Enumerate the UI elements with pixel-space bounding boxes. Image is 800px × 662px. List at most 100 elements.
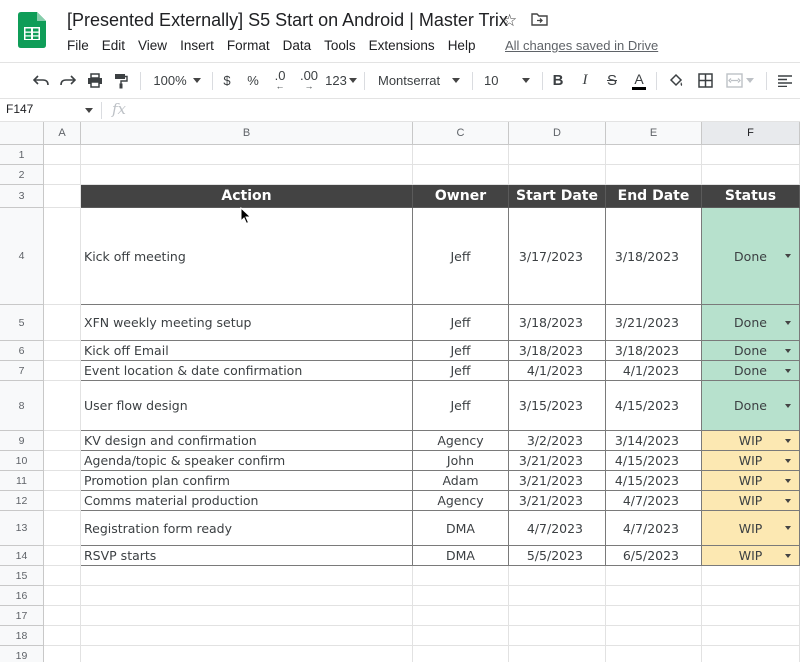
cell-a[interactable]: [44, 646, 81, 662]
row-header[interactable]: 9: [0, 431, 44, 451]
menu-extensions[interactable]: Extensions: [369, 38, 435, 53]
row-header[interactable]: 15: [0, 566, 44, 586]
cell-end-date[interactable]: 4/7/2023: [606, 511, 702, 546]
dropdown-arrow-icon[interactable]: [785, 438, 791, 443]
row-header[interactable]: 6: [0, 341, 44, 361]
dropdown-arrow-icon[interactable]: [785, 254, 791, 258]
empty-cell[interactable]: [702, 566, 800, 586]
row-header[interactable]: 5: [0, 305, 44, 341]
percent-format-button[interactable]: %: [244, 63, 262, 98]
paint-format-icon[interactable]: [110, 63, 132, 98]
cell-a[interactable]: [44, 145, 81, 165]
cell-end-date[interactable]: 4/7/2023: [606, 491, 702, 511]
chevron-down-icon[interactable]: [85, 108, 93, 113]
cell-a[interactable]: [44, 381, 81, 431]
strikethrough-button[interactable]: S: [603, 63, 621, 98]
status-dropdown[interactable]: WIP: [702, 511, 800, 546]
row-header[interactable]: 13: [0, 511, 44, 546]
font-size-select[interactable]: 10: [478, 63, 536, 98]
column-header-c[interactable]: C: [413, 122, 509, 145]
empty-cell[interactable]: [81, 566, 413, 586]
table-header-end-date[interactable]: End Date: [606, 185, 702, 208]
empty-cell[interactable]: [509, 626, 606, 646]
status-dropdown[interactable]: WIP: [702, 491, 800, 511]
empty-cell[interactable]: [81, 606, 413, 626]
empty-cell[interactable]: [413, 165, 509, 185]
cell-a[interactable]: [44, 185, 81, 208]
cell-action[interactable]: KV design and confirmation: [81, 431, 413, 451]
cell-end-date[interactable]: 4/15/2023: [606, 471, 702, 491]
table-header-start-date[interactable]: Start Date: [509, 185, 606, 208]
cell-owner[interactable]: Agency: [413, 491, 509, 511]
cell-start-date[interactable]: 3/18/2023: [509, 305, 606, 341]
empty-cell[interactable]: [702, 606, 800, 626]
empty-cell[interactable]: [606, 646, 702, 662]
cell-a[interactable]: [44, 586, 81, 606]
cell-start-date[interactable]: 3/17/2023: [509, 208, 606, 305]
status-dropdown[interactable]: Done: [702, 361, 800, 381]
row-header[interactable]: 19: [0, 646, 44, 662]
table-header-status[interactable]: Status: [702, 185, 800, 208]
undo-icon[interactable]: [30, 63, 52, 98]
cell-owner[interactable]: DMA: [413, 511, 509, 546]
cell-a[interactable]: [44, 491, 81, 511]
cell-action[interactable]: Promotion plan confirm: [81, 471, 413, 491]
table-header-owner[interactable]: Owner: [413, 185, 509, 208]
row-header[interactable]: 14: [0, 546, 44, 566]
select-all-corner[interactable]: [0, 122, 44, 145]
cell-owner[interactable]: Jeff: [413, 305, 509, 341]
row-header[interactable]: 1: [0, 145, 44, 165]
cell-a[interactable]: [44, 341, 81, 361]
document-title[interactable]: [Presented Externally] S5 Start on Andro…: [67, 10, 508, 31]
more-formats-select[interactable]: 123: [324, 63, 358, 98]
cell-start-date[interactable]: 5/5/2023: [509, 546, 606, 566]
row-header[interactable]: 3: [0, 185, 44, 208]
cell-start-date[interactable]: 3/21/2023: [509, 451, 606, 471]
cell-action[interactable]: User flow design: [81, 381, 413, 431]
cell-a[interactable]: [44, 451, 81, 471]
cell-owner[interactable]: Jeff: [413, 381, 509, 431]
menu-insert[interactable]: Insert: [180, 38, 214, 53]
empty-cell[interactable]: [606, 606, 702, 626]
cell-owner[interactable]: DMA: [413, 546, 509, 566]
row-header[interactable]: 8: [0, 381, 44, 431]
currency-format-button[interactable]: $: [218, 63, 236, 98]
empty-cell[interactable]: [509, 586, 606, 606]
dropdown-arrow-icon[interactable]: [785, 320, 791, 325]
empty-cell[interactable]: [413, 626, 509, 646]
dropdown-arrow-icon[interactable]: [785, 553, 791, 558]
cell-action[interactable]: Comms material production: [81, 491, 413, 511]
cell-start-date[interactable]: 3/21/2023: [509, 491, 606, 511]
column-header-f[interactable]: F: [702, 122, 800, 145]
cell-action[interactable]: Registration form ready: [81, 511, 413, 546]
merge-cells-icon[interactable]: [723, 63, 757, 98]
empty-cell[interactable]: [509, 606, 606, 626]
horizontal-align-icon[interactable]: [774, 63, 796, 98]
table-header-action[interactable]: Action: [81, 185, 413, 208]
sheets-logo-icon[interactable]: [18, 12, 46, 48]
cell-action[interactable]: Event location & date confirmation: [81, 361, 413, 381]
column-header-a[interactable]: A: [44, 122, 81, 145]
empty-cell[interactable]: [81, 145, 413, 165]
decrease-decimal-button[interactable]: .0 ←: [268, 63, 292, 98]
empty-cell[interactable]: [413, 145, 509, 165]
cell-owner[interactable]: Agency: [413, 431, 509, 451]
cell-start-date[interactable]: 3/18/2023: [509, 341, 606, 361]
status-dropdown[interactable]: Done: [702, 305, 800, 341]
cell-a[interactable]: [44, 546, 81, 566]
italic-button[interactable]: I: [576, 63, 594, 98]
cell-owner[interactable]: Jeff: [413, 208, 509, 305]
dropdown-arrow-icon[interactable]: [785, 368, 791, 373]
dropdown-arrow-icon[interactable]: [785, 458, 791, 463]
empty-cell[interactable]: [81, 646, 413, 662]
dropdown-arrow-icon[interactable]: [785, 498, 791, 503]
cell-a[interactable]: [44, 511, 81, 546]
dropdown-arrow-icon[interactable]: [785, 478, 791, 483]
row-header[interactable]: 12: [0, 491, 44, 511]
empty-cell[interactable]: [509, 566, 606, 586]
sheet-grid[interactable]: A B C D E F 1 2 3 Action Owner Start Date End …: [0, 122, 800, 662]
cell-action[interactable]: Agenda/topic & speaker confirm: [81, 451, 413, 471]
menu-data[interactable]: Data: [283, 38, 312, 53]
empty-cell[interactable]: [606, 566, 702, 586]
cell-end-date[interactable]: 3/18/2023: [606, 341, 702, 361]
